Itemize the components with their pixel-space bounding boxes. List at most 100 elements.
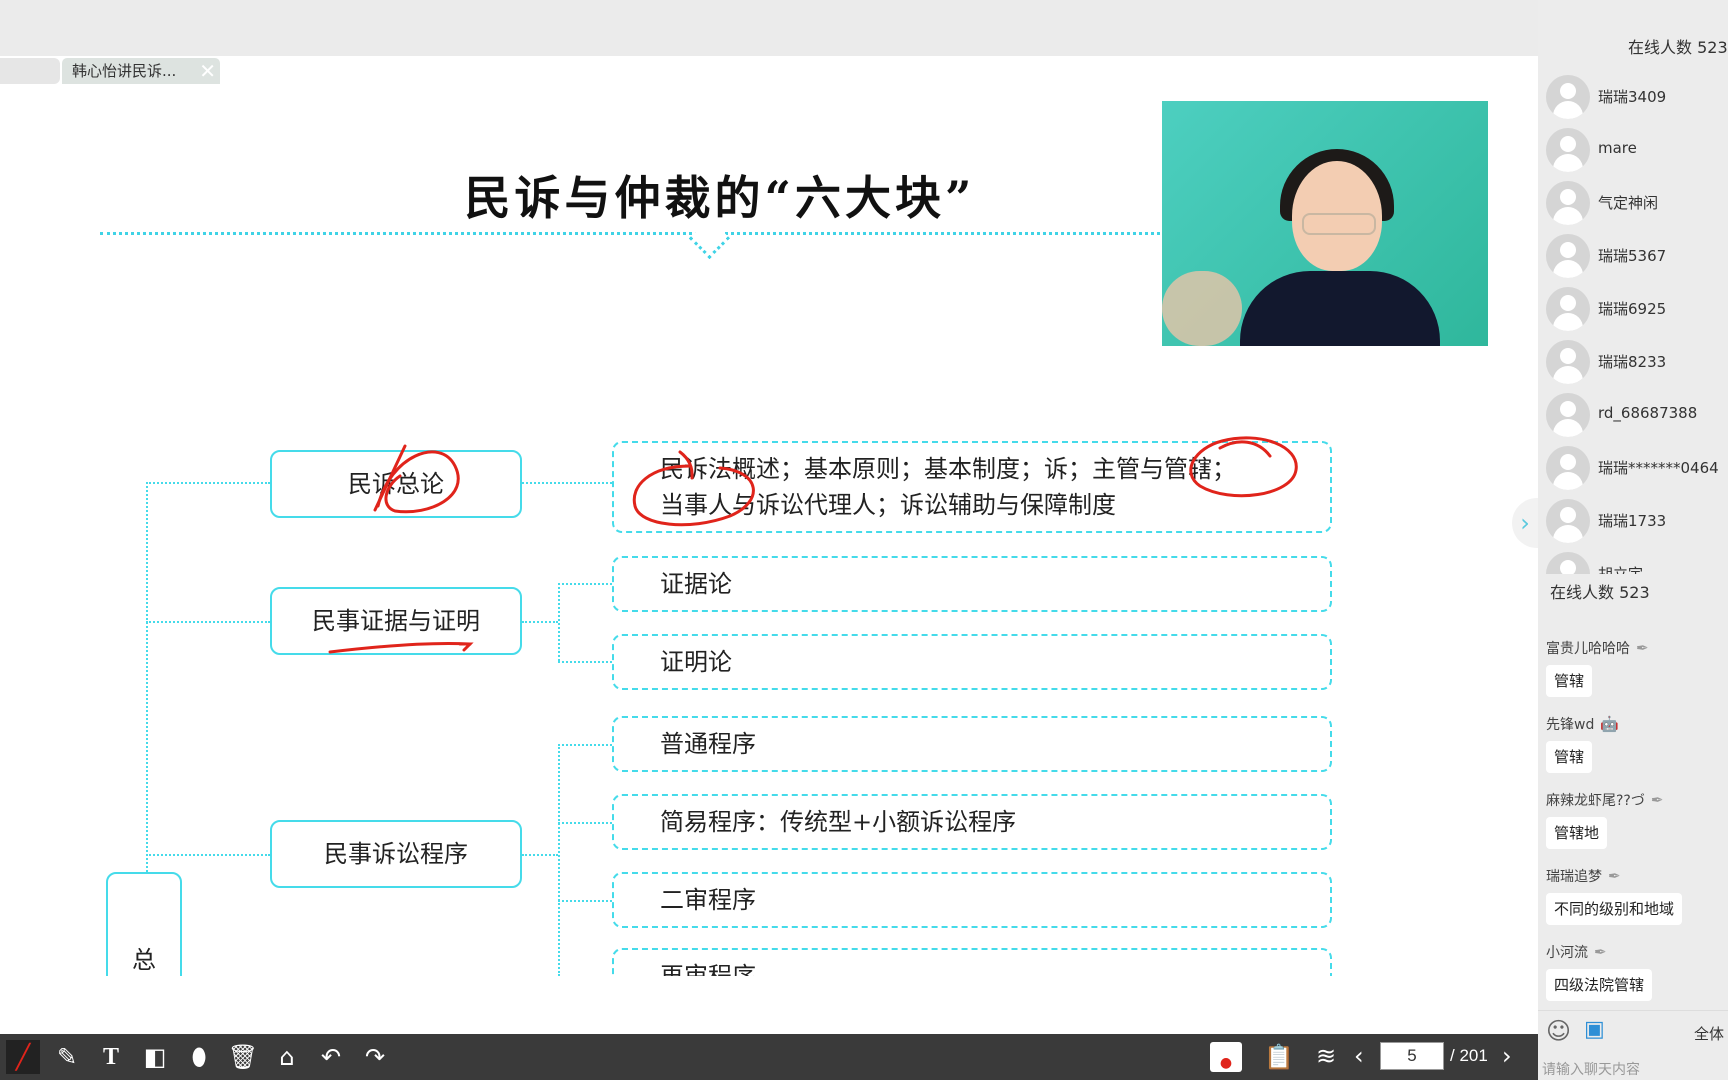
close-icon[interactable]: ✕ [199, 58, 216, 84]
video-figure [1302, 213, 1376, 235]
author-name: 小河流 [1546, 945, 1588, 961]
whiteboard-icon[interactable]: ● [1210, 1042, 1242, 1072]
detail-text-line-1: 民诉法概述；基本原则；基本制度；诉；主管与管辖； [660, 455, 1236, 483]
tab-title: 韩心怡讲民诉... [72, 62, 177, 80]
clipboard-icon[interactable]: 📋 [1262, 1040, 1296, 1074]
page-navigator: ≋ ‹ 5 / 201 › [1314, 1040, 1522, 1074]
feather-icon: ✒ [1594, 943, 1607, 961]
chat-input[interactable]: 请输入聊天内容 [1542, 1059, 1640, 1079]
user-list-item[interactable]: rd_68687388 [1546, 392, 1728, 438]
avatar [1546, 128, 1590, 172]
user-list-item[interactable]: mare [1546, 127, 1728, 173]
pen-icon[interactable]: ╱ [6, 1040, 40, 1074]
avatar [1546, 75, 1590, 119]
user-list-item[interactable]: 瑞瑞6925 [1546, 286, 1728, 332]
redo-icon[interactable]: ↷ [358, 1040, 392, 1074]
user-name: 瑞瑞8233 [1598, 353, 1667, 371]
title-divider [100, 232, 1160, 235]
tree-connector [558, 661, 612, 663]
user-list-item[interactable]: 瑞瑞1733 [1546, 498, 1728, 544]
user-list-item[interactable]: 瑞瑞8233 [1546, 339, 1728, 385]
user-list-item[interactable]: 瑞瑞*******0464 [1546, 445, 1728, 491]
user-name: 瑞瑞*******0464 [1598, 459, 1719, 477]
feather-icon: ✒ [1650, 791, 1664, 809]
drawing-toolbar: ╱ ✎ T ◧ ⬮ 🗑 ⌂ ↶ ↷ ● 📋 [0, 1034, 1538, 1080]
video-figure [1240, 271, 1440, 346]
user-name: 瑞瑞5367 [1598, 247, 1667, 265]
detail-general-topics: 民诉法概述；基本原则；基本制度；诉；主管与管辖； 当事人与诉讼代理人；诉讼辅助与… [612, 441, 1332, 533]
avatar [1546, 234, 1590, 278]
tree-connector [522, 854, 558, 856]
layers-icon[interactable]: ≋ [1316, 1040, 1336, 1072]
author-name: 先锋wd [1546, 717, 1595, 733]
chevron-right-icon[interactable]: › [1502, 1040, 1512, 1072]
detail-evidence: 证据论 [612, 556, 1332, 612]
author-name: 富贵儿哈哈哈 [1546, 641, 1630, 657]
detail-second-instance: 二审程序 [612, 872, 1332, 928]
user-list-item[interactable]: 瑞瑞5367 [1546, 233, 1728, 279]
detail-proof: 证明论 [612, 634, 1332, 690]
author-name: 麻辣龙虾尾??づ [1546, 793, 1645, 809]
tree-connector [558, 822, 612, 824]
feather-icon: ✒ [1636, 639, 1649, 657]
tab-courseware[interactable]: 韩心怡讲民诉... ✕ [62, 58, 220, 84]
teacher-video[interactable] [1162, 101, 1488, 346]
detail-summary-procedure: 简易程序：传统型+小额诉讼程序 [612, 794, 1332, 850]
delete-icon[interactable]: 🗑 [226, 1040, 260, 1074]
avatar [1546, 340, 1590, 384]
tab-bar: 韩心怡讲民诉... ✕ [0, 56, 1538, 86]
avatar [1546, 181, 1590, 225]
feather-icon: ✒ [1608, 867, 1621, 885]
chat-sidebar: 在线人数 523 瑞瑞3409 mare 气定神闲 瑞瑞5367 瑞瑞6925 … [1538, 0, 1728, 1080]
image-icon[interactable]: ▣ [1584, 1017, 1605, 1042]
user-name: mare [1598, 139, 1637, 157]
video-figure [1162, 271, 1242, 346]
tree-connector [522, 482, 612, 484]
detail-retrial: 再审程序 [612, 948, 1332, 976]
detail-ordinary-procedure: 普通程序 [612, 716, 1332, 772]
highlighter-icon[interactable]: ✎ [50, 1040, 84, 1074]
send-to-selector[interactable]: 全体 [1694, 1023, 1724, 1044]
tree-connector [558, 583, 560, 661]
page-total: / 201 [1450, 1046, 1488, 1065]
page-number-input[interactable]: 5 [1380, 1042, 1444, 1070]
chat-header: 在线人数 523 [1538, 574, 1728, 612]
undo-icon[interactable]: ↶ [314, 1040, 348, 1074]
chat-message-bubble: 管辖 [1546, 665, 1593, 697]
chat-message-bubble: 不同的级别和地域 [1546, 893, 1683, 925]
tree-connector [558, 583, 612, 585]
android-icon: 🤖 [1600, 715, 1620, 733]
user-name: 气定神闲 [1598, 194, 1659, 212]
eraser-toggle-icon[interactable]: ⬮ [182, 1040, 216, 1074]
user-list-item[interactable]: 气定神闲 [1546, 180, 1728, 226]
tree-connector [522, 621, 558, 623]
tree-connector [146, 482, 148, 892]
clear-icon[interactable]: ⌂ [270, 1040, 304, 1074]
node-civil-litigation-procedure: 民事诉讼程序 [270, 820, 522, 888]
chat-message-bubble: 管辖 [1546, 741, 1593, 773]
chat-message-author: 小河流 ✒ [1546, 942, 1607, 962]
node-root: 总 [106, 872, 182, 976]
chevron-left-icon[interactable]: ‹ [1354, 1040, 1364, 1072]
emoji-icon[interactable]: ☺ [1546, 1017, 1571, 1045]
text-icon[interactable]: T [94, 1040, 128, 1074]
avatar [1546, 393, 1590, 437]
tree-connector [558, 744, 560, 976]
online-count: 在线人数 523 [1628, 38, 1728, 57]
user-name: 瑞瑞1733 [1598, 512, 1667, 530]
tree-connector [558, 744, 612, 746]
shape-icon[interactable]: ◧ [138, 1040, 172, 1074]
tree-connector [558, 900, 612, 902]
user-list-item[interactable]: 瑞瑞3409 [1546, 74, 1728, 120]
avatar [1546, 499, 1590, 543]
tree-connector [146, 482, 270, 484]
presentation-area: 韩心怡讲民诉... ✕ 民诉与仲裁的“六大块” 民诉总论 民事证据与证明 民事诉… [0, 0, 1538, 1080]
tab-previous[interactable] [0, 58, 60, 84]
author-name: 瑞瑞追梦 [1546, 869, 1602, 885]
chat-input-area: ☺ ▣ 全体 请输入聊天内容 [1538, 1010, 1728, 1080]
chat-message-author: 瑞瑞追梦 ✒ [1546, 866, 1621, 886]
detail-text-line-2: 当事人与诉讼代理人；诉讼辅助与保障制度 [660, 491, 1116, 519]
user-name: 瑞瑞6925 [1598, 300, 1667, 318]
chat-message-author: 麻辣龙虾尾??づ ✒ [1546, 790, 1663, 810]
tree-connector [146, 854, 270, 856]
